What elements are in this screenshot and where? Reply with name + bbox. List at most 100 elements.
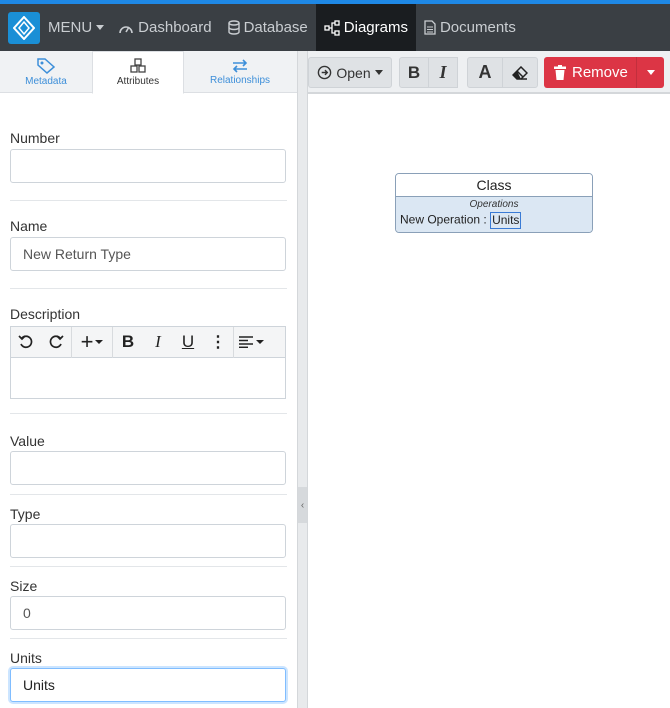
type-input[interactable]	[10, 524, 286, 558]
bold-icon: B	[407, 62, 421, 82]
eraser-icon	[512, 65, 528, 80]
description-editor-body[interactable]	[11, 358, 285, 398]
units-label: Units	[10, 650, 42, 666]
trash-icon	[554, 65, 566, 80]
description-label: Description	[10, 306, 81, 322]
cubes-icon	[130, 58, 146, 73]
italic-button[interactable]: I	[143, 327, 173, 358]
panel-splitter[interactable]: ‹	[297, 51, 308, 708]
document-icon	[424, 20, 436, 35]
align-dropdown-button[interactable]	[234, 327, 268, 358]
italic-format-button[interactable]: I	[428, 57, 458, 88]
diagram-toolbar: Open B I A Remove	[308, 51, 670, 93]
database-icon	[227, 20, 240, 35]
type-field-group: Type	[10, 495, 287, 567]
diamond-logo-icon	[13, 15, 35, 40]
properties-tabs: Metadata Attributes Relationships	[0, 51, 297, 94]
nav-database-label: Database	[243, 19, 308, 36]
description-editor: + B I U ⋮	[10, 326, 286, 399]
remove-button[interactable]: Remove	[544, 57, 636, 88]
remove-dropdown-toggle[interactable]	[636, 57, 664, 88]
uml-class-name[interactable]: Class	[396, 174, 592, 197]
value-input[interactable]	[10, 451, 286, 485]
underline-button[interactable]: U	[173, 327, 203, 358]
app-logo[interactable]	[8, 11, 40, 44]
chevron-left-icon: ‹	[300, 499, 305, 511]
uml-operation-row[interactable]: New Operation : Units	[400, 212, 522, 229]
tab-attributes-label: Attributes	[116, 76, 160, 87]
uml-class-node[interactable]: Class Operations New Operation : Units	[395, 173, 593, 233]
nav-database[interactable]: Database	[220, 4, 316, 51]
redo-icon	[49, 335, 64, 349]
clear-format-button[interactable]	[502, 57, 538, 88]
tab-relationships-label: Relationships	[209, 74, 271, 86]
collapse-handle[interactable]: ‹	[298, 487, 307, 523]
open-caret-icon	[374, 70, 383, 75]
bold-format-button[interactable]: B	[399, 57, 429, 88]
number-field-group: Number	[10, 93, 287, 201]
nav-diagrams[interactable]: Diagrams	[315, 4, 416, 51]
dashboard-gauge-icon	[119, 25, 133, 33]
attributes-form: Number Name Description +	[0, 93, 297, 708]
value-label: Value	[10, 433, 45, 449]
number-input[interactable]	[10, 149, 286, 183]
description-field-group: Description + B I U ⋮	[10, 289, 287, 414]
underline-icon: U	[181, 332, 195, 351]
insert-caret-icon	[95, 340, 104, 344]
font-letter-icon: A	[478, 62, 492, 82]
italic-icon: I	[439, 62, 447, 82]
bold-button[interactable]: B	[113, 327, 143, 358]
diagram-canvas[interactable]: Class Operations New Operation : Units	[308, 93, 670, 708]
uml-operation-type[interactable]: Units	[490, 212, 522, 229]
nav-dashboard-label: Dashboard	[138, 19, 212, 36]
plus-icon: +	[80, 329, 94, 354]
size-label: Size	[10, 578, 38, 594]
top-navbar: MENU Dashboard Database Diagrams Documen…	[0, 4, 670, 51]
uml-operations-section[interactable]: Operations New Operation : Units	[396, 197, 592, 232]
nav-diagrams-label: Diagrams	[343, 19, 408, 36]
redo-button[interactable]	[41, 327, 71, 358]
diagram-panel: Open B I A Remove Class Operations New O…	[308, 51, 670, 708]
more-options-button[interactable]: ⋮	[203, 327, 233, 358]
nav-documents[interactable]: Documents	[416, 4, 524, 51]
size-field-group: Size	[10, 567, 287, 639]
insert-dropdown-button[interactable]: +	[72, 327, 112, 358]
vertical-dots-icon: ⋮	[210, 334, 226, 351]
units-field-group: Units	[10, 639, 287, 708]
undo-button[interactable]	[11, 327, 41, 358]
arrow-circle-right-icon	[318, 65, 332, 80]
remove-caret-icon	[646, 70, 655, 75]
tag-icon	[37, 57, 55, 74]
tab-metadata[interactable]: Metadata	[0, 51, 92, 93]
properties-panel: Metadata Attributes Relationships Number…	[0, 51, 297, 708]
font-color-button[interactable]: A	[467, 57, 503, 88]
sitemap-diagram-icon	[324, 19, 340, 36]
tab-relationships[interactable]: Relationships	[184, 51, 296, 93]
number-label: Number	[10, 130, 60, 146]
type-label: Type	[10, 506, 41, 522]
menu-caret-icon	[96, 25, 105, 30]
align-left-icon	[238, 336, 253, 348]
align-caret-icon	[255, 340, 264, 344]
nav-menu-label: MENU	[48, 19, 93, 36]
nav-menu[interactable]: MENU	[40, 4, 110, 51]
name-input[interactable]	[10, 237, 286, 271]
nav-documents-label: Documents	[439, 19, 516, 36]
units-input[interactable]	[10, 668, 286, 702]
italic-icon: I	[155, 332, 161, 351]
tab-metadata-label: Metadata	[25, 75, 67, 87]
remove-label: Remove	[572, 64, 628, 81]
open-dropdown-button[interactable]: Open	[308, 57, 392, 88]
exchange-arrows-icon	[232, 58, 248, 73]
value-field-group: Value	[10, 414, 287, 495]
size-input[interactable]	[10, 596, 286, 630]
bold-icon: B	[121, 332, 135, 351]
nav-dashboard[interactable]: Dashboard	[110, 4, 219, 51]
tab-attributes[interactable]: Attributes	[92, 51, 184, 94]
undo-icon	[18, 335, 33, 349]
remove-split-button: Remove	[544, 57, 664, 88]
open-label: Open	[336, 64, 371, 81]
uml-operation-name: New Operation :	[400, 212, 487, 227]
editor-toolbar: + B I U ⋮	[11, 326, 285, 358]
name-field-group: Name	[10, 201, 287, 289]
